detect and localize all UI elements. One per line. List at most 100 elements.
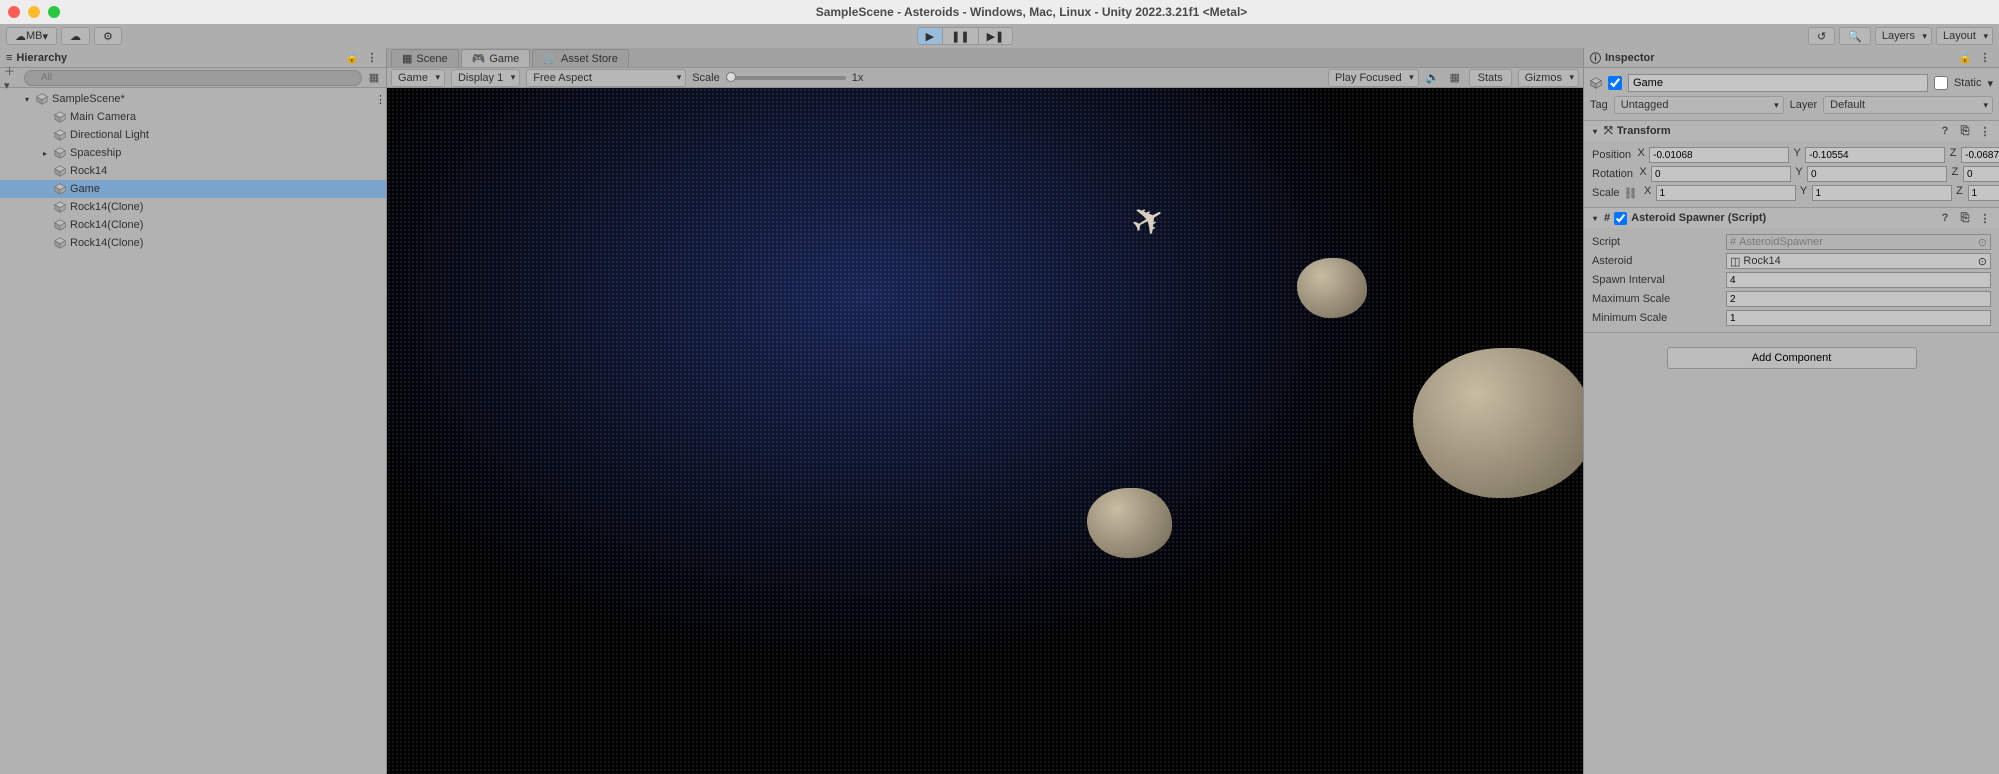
script-icon: # (1604, 212, 1610, 224)
cube-icon (54, 165, 66, 177)
hierarchy-item[interactable]: Rock14(Clone) (0, 234, 386, 252)
scale-y-input[interactable] (1812, 185, 1952, 201)
settings-button[interactable]: ⚙ (94, 27, 122, 45)
hierarchy-lock-icon[interactable]: 🔒 (344, 50, 360, 66)
transform-icon: ⤧ (1604, 125, 1613, 138)
aspect-grid-icon[interactable]: ▦ (1447, 70, 1463, 86)
object-picker-icon[interactable]: ⊙ (1978, 255, 1987, 268)
static-label: Static (1954, 77, 1982, 89)
scene-options-icon[interactable]: ⋮ (375, 93, 386, 106)
rotation-x-input[interactable] (1651, 166, 1791, 182)
gameobject-name-input[interactable] (1628, 74, 1928, 92)
x-axis-label: X (1635, 147, 1647, 163)
hierarchy-foldout-icon[interactable]: ≡ (6, 52, 12, 64)
max-scale-input[interactable] (1726, 291, 1991, 307)
tab-asset-store[interactable]: 🛒Asset Store (532, 49, 629, 67)
position-y-input[interactable] (1805, 147, 1945, 163)
aspect-dropdown[interactable]: Free Aspect (526, 69, 686, 87)
hierarchy-item[interactable]: Main Camera (0, 108, 386, 126)
script-object-field: # AsteroidSpawner ⊙ (1726, 234, 1991, 250)
spawner-enabled-checkbox[interactable] (1614, 212, 1627, 225)
undo-history-button[interactable]: ↺ (1808, 27, 1835, 45)
scale-z-input[interactable] (1968, 185, 1999, 201)
script-icon: # (1730, 236, 1736, 248)
close-icon[interactable] (8, 6, 20, 18)
spawner-foldout-icon[interactable]: ▾ (1590, 214, 1600, 223)
asteroid-field-label: Asteroid (1592, 255, 1722, 267)
layout-dropdown[interactable]: Layout (1936, 27, 1993, 45)
mute-audio-icon[interactable]: 🔈 (1425, 70, 1441, 86)
pause-button[interactable]: ❚❚ (942, 27, 977, 45)
component-options-icon[interactable]: ⋮ (1977, 123, 1993, 139)
hierarchy-toolbar: ＋▾ ▦ (0, 68, 386, 88)
position-x-input[interactable] (1649, 147, 1789, 163)
tag-dropdown[interactable]: Untagged (1614, 96, 1784, 114)
tab-scene[interactable]: ▦Scene (391, 49, 459, 67)
asteroid-sprite (1087, 488, 1172, 558)
spawn-interval-label: Spawn Interval (1592, 274, 1722, 286)
gameobject-active-checkbox[interactable] (1608, 76, 1622, 90)
preset-icon[interactable]: ⎘ (1957, 123, 1973, 139)
inspector-options-icon[interactable]: ⋮ (1977, 50, 1993, 66)
static-checkbox[interactable] (1934, 76, 1948, 90)
y-axis-label: Y (1798, 185, 1810, 201)
account-button[interactable]: ☁ MB ▾ (6, 27, 57, 45)
tab-game[interactable]: 🎮Game (461, 49, 531, 67)
position-label: Position (1592, 149, 1631, 161)
rotation-z-input[interactable] (1963, 166, 1999, 182)
foldout-icon[interactable]: ▾ (22, 95, 32, 104)
foldout-icon[interactable]: ▸ (40, 149, 50, 158)
hierarchy-search-type-icon[interactable]: ▦ (366, 70, 382, 86)
add-component-button[interactable]: Add Component (1667, 347, 1917, 369)
play-button[interactable]: ▶ (917, 27, 942, 45)
create-gameobject-button[interactable]: ＋▾ (4, 70, 20, 86)
position-z-input[interactable] (1961, 147, 1999, 163)
minimize-icon[interactable] (28, 6, 40, 18)
hierarchy-item[interactable]: Rock14 (0, 162, 386, 180)
preset-icon[interactable]: ⎘ (1957, 210, 1973, 226)
hierarchy-item-label: Rock14(Clone) (70, 201, 143, 213)
hierarchy-item[interactable]: Rock14(Clone) (0, 198, 386, 216)
static-dropdown-icon[interactable]: ▾ (1987, 77, 1993, 90)
tab-label: Game (489, 53, 519, 65)
tab-label: Scene (416, 53, 447, 65)
display-dropdown[interactable]: Display 1 (451, 69, 520, 87)
scale-x-input[interactable] (1656, 185, 1796, 201)
asteroid-object-field[interactable]: ◫ Rock14 ⊙ (1726, 253, 1991, 269)
gizmos-dropdown[interactable]: Gizmos (1518, 69, 1579, 87)
search-button[interactable]: 🔍 (1839, 27, 1871, 45)
hierarchy-search-input[interactable] (24, 70, 362, 86)
layers-dropdown[interactable]: Layers (1875, 27, 1932, 45)
macos-titlebar: SampleScene - Asteroids - Windows, Mac, … (0, 0, 1999, 24)
inspector-header: ⓘ Inspector 🔒 ⋮ (1584, 48, 1999, 68)
hierarchy-item[interactable]: Rock14(Clone) (0, 216, 386, 234)
tab-icon: 🎮 (472, 52, 486, 65)
asteroid-spawner-component: ▾ # Asteroid Spawner (Script) ? ⎘ ⋮ Scri… (1584, 208, 1999, 333)
component-options-icon[interactable]: ⋮ (1977, 210, 1993, 226)
play-controls: ▶ ❚❚ ▶❚ (917, 27, 1014, 45)
step-button[interactable]: ▶❚ (978, 27, 1014, 45)
hierarchy-item[interactable]: ▸Spaceship (0, 144, 386, 162)
main-layout: ≡ Hierarchy 🔒 ⋮ ＋▾ ▦ ▾SampleScene*⋮Main … (0, 48, 1999, 774)
cloud-button[interactable]: ☁ (61, 27, 90, 45)
scale-slider[interactable] (726, 76, 846, 80)
game-mode-dropdown[interactable]: Game (391, 69, 445, 87)
rotation-y-input[interactable] (1807, 166, 1947, 182)
link-scale-icon[interactable]: ⛓ (1624, 185, 1638, 201)
hierarchy-item[interactable]: ▾SampleScene*⋮ (0, 90, 386, 108)
gameobject-icon[interactable] (1590, 77, 1602, 89)
stats-button[interactable]: Stats (1469, 69, 1512, 87)
help-icon[interactable]: ? (1937, 123, 1953, 139)
help-icon[interactable]: ? (1937, 210, 1953, 226)
min-scale-input[interactable] (1726, 310, 1991, 326)
hierarchy-item[interactable]: Directional Light (0, 126, 386, 144)
inspector-lock-icon[interactable]: 🔒 (1957, 50, 1973, 66)
maximize-icon[interactable] (48, 6, 60, 18)
play-focused-dropdown[interactable]: Play Focused (1328, 69, 1419, 87)
layer-dropdown[interactable]: Default (1823, 96, 1993, 114)
transform-foldout-icon[interactable]: ▾ (1590, 127, 1600, 136)
hierarchy-item[interactable]: Game (0, 180, 386, 198)
spawn-interval-input[interactable] (1726, 272, 1991, 288)
hierarchy-item-label: Rock14(Clone) (70, 237, 143, 249)
hierarchy-options-icon[interactable]: ⋮ (364, 50, 380, 66)
